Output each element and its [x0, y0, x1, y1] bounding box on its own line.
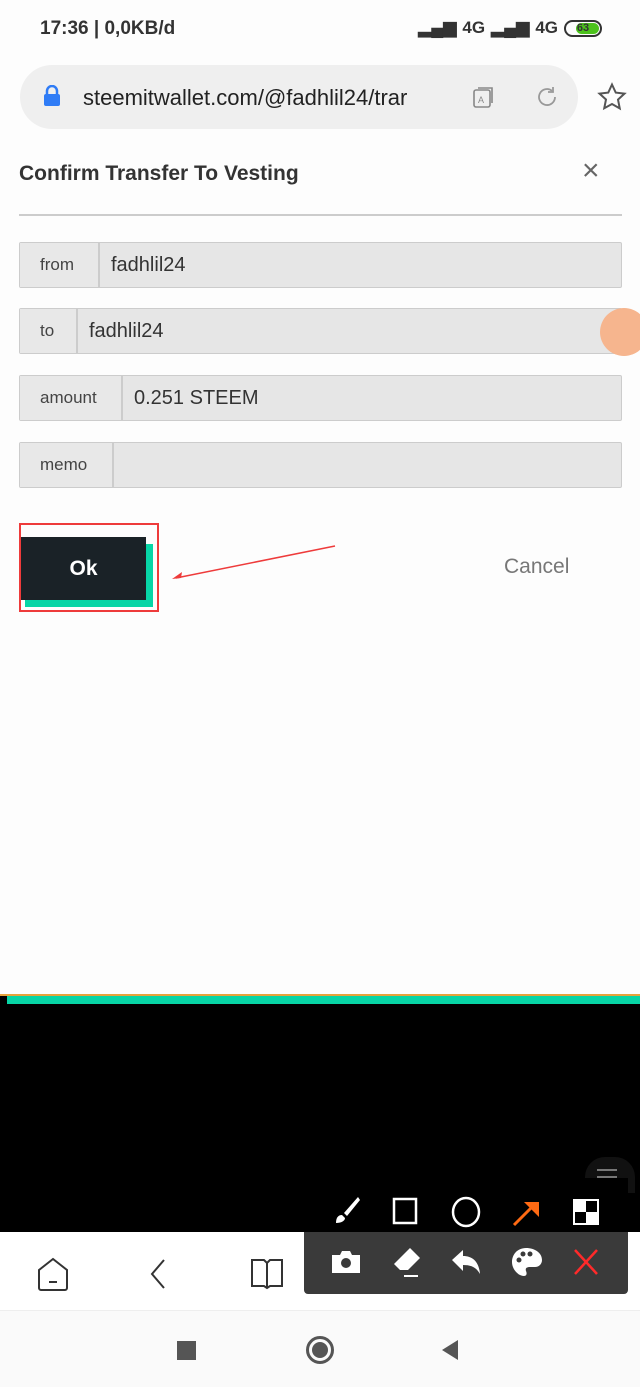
- lock-icon: [44, 85, 60, 106]
- address-bar[interactable]: steemitwallet.com/@fadhlil24/trar A: [20, 65, 578, 129]
- cancel-button[interactable]: Cancel: [504, 555, 569, 579]
- from-input[interactable]: fadhlil24: [100, 243, 621, 287]
- translate-icon[interactable]: A: [472, 85, 496, 109]
- home-icon[interactable]: [36, 1256, 70, 1292]
- field-label: amount: [20, 376, 123, 420]
- amount-field: amount 0.251 STEEM: [19, 375, 622, 421]
- home-icon[interactable]: [306, 1336, 334, 1364]
- reload-icon[interactable]: [535, 85, 559, 109]
- accent-bar: [7, 996, 640, 1004]
- annotation-toolbar: [304, 1178, 628, 1294]
- back-icon[interactable]: [148, 1258, 168, 1290]
- network-1: 4G: [462, 18, 486, 37]
- screen-recorder-bubble[interactable]: [600, 308, 640, 356]
- circle-icon[interactable]: [450, 1196, 482, 1228]
- undo-icon[interactable]: [450, 1246, 482, 1278]
- bookmarks-icon[interactable]: [250, 1256, 284, 1290]
- system-nav-bar: [0, 1310, 640, 1387]
- arrow-icon[interactable]: [510, 1196, 542, 1228]
- network-2: 4G: [535, 18, 558, 37]
- field-label: to: [20, 309, 78, 353]
- annotation-arrow: [172, 545, 336, 579]
- field-label: from: [20, 243, 100, 287]
- bookmark-star-icon[interactable]: [597, 82, 627, 112]
- memo-input[interactable]: [114, 443, 621, 487]
- field-label: memo: [20, 443, 114, 487]
- palette-icon[interactable]: [510, 1246, 542, 1278]
- from-field: from fadhlil24: [19, 242, 622, 288]
- memo-field: memo: [19, 442, 622, 488]
- status-time: 17:36 | 0,0KB/d: [40, 18, 176, 39]
- status-bar: 17:36 | 0,0KB/d ▂▄▆ 4G ▂▄▆ 4G 63: [0, 0, 640, 60]
- signal-icon: ▂▄▆: [491, 18, 530, 37]
- to-input[interactable]: fadhlil24: [78, 309, 621, 353]
- to-field: to fadhlil24: [19, 308, 622, 354]
- eraser-icon[interactable]: [390, 1246, 422, 1278]
- ok-button[interactable]: Ok: [21, 537, 146, 600]
- amount-input[interactable]: 0.251 STEEM: [123, 376, 621, 420]
- divider: [19, 214, 622, 216]
- battery-icon: 63: [564, 19, 602, 37]
- signal-icon: ▂▄▆: [418, 18, 457, 37]
- battery-level: 63: [576, 21, 590, 34]
- brush-icon[interactable]: [330, 1194, 362, 1226]
- close-icon[interactable]: [570, 1246, 602, 1278]
- recents-icon[interactable]: [177, 1341, 196, 1360]
- url-text[interactable]: steemitwallet.com/@fadhlil24/trar: [83, 85, 407, 111]
- svg-text:A: A: [478, 95, 484, 105]
- mosaic-icon[interactable]: [570, 1196, 602, 1228]
- dialog-title: Confirm Transfer To Vesting: [19, 162, 299, 185]
- close-icon[interactable]: ×: [582, 154, 600, 188]
- rectangle-icon[interactable]: [390, 1196, 422, 1228]
- camera-icon[interactable]: [330, 1246, 362, 1278]
- back-icon[interactable]: [440, 1339, 460, 1361]
